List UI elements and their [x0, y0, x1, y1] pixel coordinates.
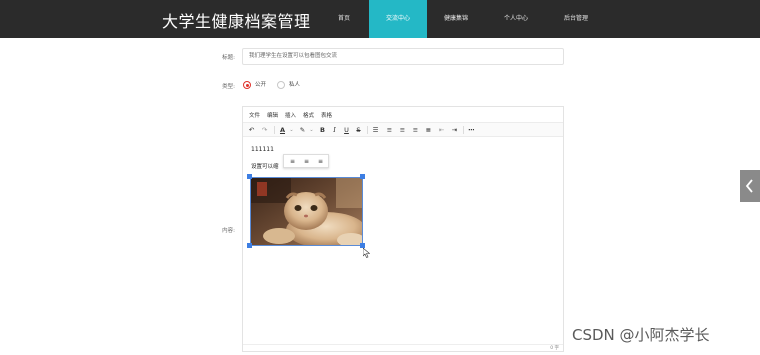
text-color-icon[interactable]: A: [278, 125, 287, 135]
menu-file[interactable]: 文件: [249, 111, 260, 119]
align-center-icon[interactable]: ≡: [302, 157, 311, 166]
radio-public-label[interactable]: 公开: [255, 81, 266, 89]
redo-icon[interactable]: ↷: [260, 125, 269, 135]
word-count: 0 字: [550, 346, 559, 351]
title-label: 标题:: [222, 55, 235, 61]
align-justify-icon[interactable]: ≣: [424, 125, 433, 135]
resize-handle[interactable]: [247, 243, 252, 248]
editor-statusbar: 0 字: [243, 344, 563, 351]
align-left-icon[interactable]: ≡: [385, 125, 394, 135]
nav-exchange-center[interactable]: 交流中心: [369, 0, 427, 38]
mouse-pointer-icon: [363, 248, 370, 258]
nav-admin[interactable]: 后台管理: [548, 0, 604, 38]
resize-handle[interactable]: [360, 174, 365, 179]
rich-text-editor[interactable]: 文件 编辑 插入 格式 表格 ↶ ↷ A ⌄ ✎ ⌄ B I U S ☰ ≡ ≡…: [242, 106, 564, 352]
chevron-left-icon: [745, 179, 753, 193]
menu-format[interactable]: 格式: [303, 111, 314, 119]
undo-icon[interactable]: ↶: [247, 125, 256, 135]
align-center-icon[interactable]: ≡: [398, 125, 407, 135]
menu-insert[interactable]: 插入: [285, 111, 296, 119]
image-align-popup: ≡ ≡ ≡: [283, 154, 329, 168]
toolbar-divider: [274, 126, 275, 134]
radio-public[interactable]: [243, 81, 251, 89]
list-icon[interactable]: ☰: [371, 125, 380, 135]
toolbar-divider: [463, 126, 464, 134]
site-brand: 大学生健康档案管理: [162, 12, 311, 31]
toolbar-divider: [367, 126, 368, 134]
chevron-down-icon[interactable]: ⌄: [307, 125, 316, 135]
underline-icon[interactable]: U: [342, 125, 351, 135]
bold-icon[interactable]: B: [318, 125, 327, 135]
editor-content-line[interactable]: 111111: [251, 146, 274, 153]
title-input[interactable]: 我们理学生在设置可以包看图包交流: [242, 48, 564, 65]
highlight-icon[interactable]: ✎: [298, 125, 307, 135]
side-panel-toggle[interactable]: [740, 170, 760, 202]
radio-private-label[interactable]: 私人: [289, 81, 300, 89]
resize-handle[interactable]: [247, 174, 252, 179]
nav-health-collection[interactable]: 健康集锦: [430, 0, 482, 38]
top-navbar: 大学生健康档案管理 首页 交流中心 健康集锦 个人中心 后台管理: [0, 0, 760, 38]
align-left-icon[interactable]: ≡: [288, 157, 297, 166]
align-right-icon[interactable]: ≡: [411, 125, 420, 135]
nav-personal-center[interactable]: 个人中心: [490, 0, 542, 38]
outdent-icon[interactable]: ⇤: [437, 125, 446, 135]
cat-image[interactable]: [250, 177, 363, 246]
radio-private[interactable]: [277, 81, 285, 89]
content-label: 内容:: [222, 228, 235, 234]
editor-menubar: 文件 编辑 插入 格式 表格: [243, 107, 563, 122]
align-right-icon[interactable]: ≡: [316, 157, 325, 166]
strikethrough-icon[interactable]: S: [354, 125, 363, 135]
indent-icon[interactable]: ⇥: [450, 125, 459, 135]
menu-edit[interactable]: 编辑: [267, 111, 278, 119]
cat-photo: [251, 178, 362, 245]
more-icon[interactable]: ⋯: [467, 125, 476, 135]
italic-icon[interactable]: I: [330, 125, 339, 135]
chevron-down-icon[interactable]: ⌄: [287, 125, 296, 135]
editor-caption-line[interactable]: 设置可以缩: [251, 162, 279, 170]
menu-table[interactable]: 表格: [321, 111, 332, 119]
nav-home[interactable]: 首页: [318, 0, 370, 38]
watermark: CSDN @小阿杰学长: [572, 326, 710, 344]
editor-toolbar: ↶ ↷ A ⌄ ✎ ⌄ B I U S ☰ ≡ ≡ ≡ ≣ ⇤ ⇥ ⋯: [243, 122, 563, 137]
type-label: 类型:: [222, 84, 235, 90]
